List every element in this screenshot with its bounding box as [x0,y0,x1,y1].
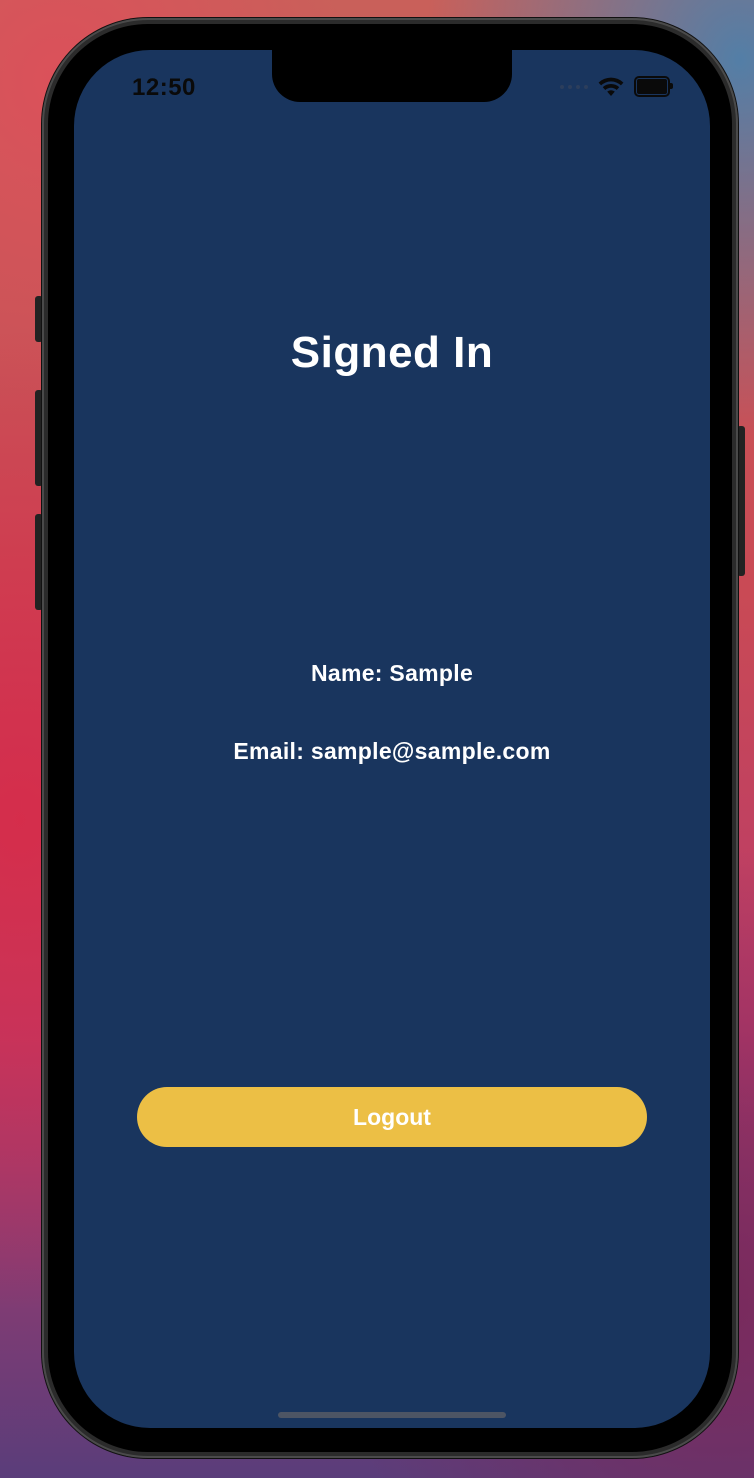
notch [272,50,512,102]
user-email-text: Email: sample@sample.com [233,738,551,764]
user-name-text: Name: Sample [310,660,474,686]
power-button [737,426,745,576]
status-time: 12:50 [132,74,196,101]
home-indicator[interactable] [278,1412,506,1418]
battery-icon [634,76,673,97]
status-icons [560,76,673,97]
signal-dots-icon [560,84,588,89]
app-screen: 12:50 Signed In Name: Sample Email: samp… [74,50,710,1428]
logout-button[interactable]: Logout [137,1087,647,1147]
wifi-icon [598,77,624,96]
page-title: Signed In [290,328,494,377]
